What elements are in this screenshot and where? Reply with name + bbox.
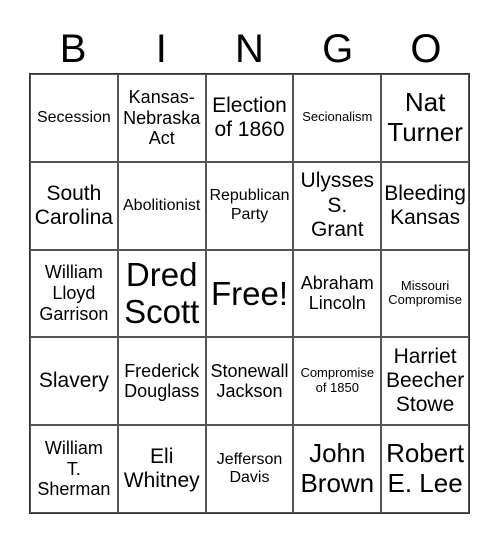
cell-label: Abraham Lincoln (300, 272, 374, 314)
cell-label: Kansas- Nebraska Act (123, 86, 201, 149)
bingo-cell[interactable]: Ulysses S. Grant (293, 161, 382, 250)
cell-label: Compromise of 1850 (300, 365, 375, 396)
cell-label: William Lloyd Garrison (39, 262, 109, 324)
header-letter-o: O (410, 27, 442, 71)
cell-label: Free! (210, 274, 288, 312)
cell-label: Dred Scott (124, 255, 200, 331)
cell-label: Jefferson Davis (216, 450, 283, 487)
header-letter-i: I (155, 27, 167, 71)
bingo-cell[interactable]: Harriet Beecher Stowe (381, 337, 469, 426)
bingo-cell[interactable]: Abolitionist (117, 161, 206, 250)
bingo-header: B I N G O (29, 24, 470, 74)
bingo-cell[interactable]: John Brown (293, 425, 382, 513)
cell-label: Missouri Compromise (388, 277, 462, 308)
cell-label: Ulysses S. Grant (300, 169, 375, 241)
bingo-cell[interactable]: Frederick Douglass (117, 337, 206, 426)
bingo-cell[interactable]: William T. Sherman (30, 425, 118, 513)
bingo-cell[interactable]: Stonewall Jackson (205, 337, 294, 426)
cell-label: Harriet Beecher Stowe (385, 345, 465, 417)
bingo-cell[interactable]: Republican Party (205, 161, 294, 250)
bingo-cell[interactable]: Dred Scott (117, 249, 206, 338)
bingo-cell[interactable]: Bleeding Kansas (381, 161, 469, 250)
cell-label: Eli Whitney (123, 444, 200, 493)
header-letter-g: G (322, 27, 354, 71)
cell-label: Nat Turner (387, 87, 463, 147)
cell-label: Abolitionist (123, 196, 201, 214)
bingo-cell[interactable]: Jefferson Davis (205, 425, 294, 513)
cell-label: Secession (36, 108, 111, 126)
cell-label: Robert E. Lee (386, 438, 465, 499)
bingo-cell[interactable]: Secession (30, 74, 118, 162)
bingo-cell[interactable]: Compromise of 1850 (293, 337, 382, 426)
cell-label: Stonewall Jackson (210, 360, 289, 402)
cell-label: John Brown (300, 438, 375, 499)
cell-label: Slavery (38, 369, 109, 393)
bingo-cell[interactable]: Election of 1860 (205, 74, 294, 162)
bingo-cell[interactable]: Robert E. Lee (381, 425, 469, 513)
free-space-cell[interactable]: Free! (205, 249, 294, 338)
bingo-cell[interactable]: Missouri Compromise (381, 249, 469, 338)
cell-label: Frederick Douglass (124, 360, 200, 402)
cell-label: Secionalism (302, 109, 373, 125)
bingo-cell[interactable]: Secionalism (293, 74, 382, 162)
bingo-cell[interactable]: Slavery (30, 337, 118, 426)
bingo-cell[interactable]: Eli Whitney (117, 425, 206, 513)
cell-label: Republican Party (209, 187, 290, 223)
bingo-cell[interactable]: Nat Turner (381, 74, 469, 162)
header-letter-b: B (59, 27, 87, 71)
cell-label: Election of 1860 (212, 93, 287, 141)
bingo-grid: Secession Kansas- Nebraska Act Election of 18… (29, 73, 470, 514)
header-letter-n: N (235, 27, 264, 71)
cell-label: William T. Sherman (37, 438, 111, 500)
cell-label: South Carolina (34, 181, 113, 229)
bingo-cell[interactable]: Kansas- Nebraska Act (117, 74, 206, 162)
bingo-cell[interactable]: South Carolina (30, 161, 118, 250)
cell-label: Bleeding Kansas (384, 181, 466, 229)
bingo-cell[interactable]: Abraham Lincoln (293, 249, 382, 338)
bingo-cell[interactable]: William Lloyd Garrison (30, 249, 118, 338)
